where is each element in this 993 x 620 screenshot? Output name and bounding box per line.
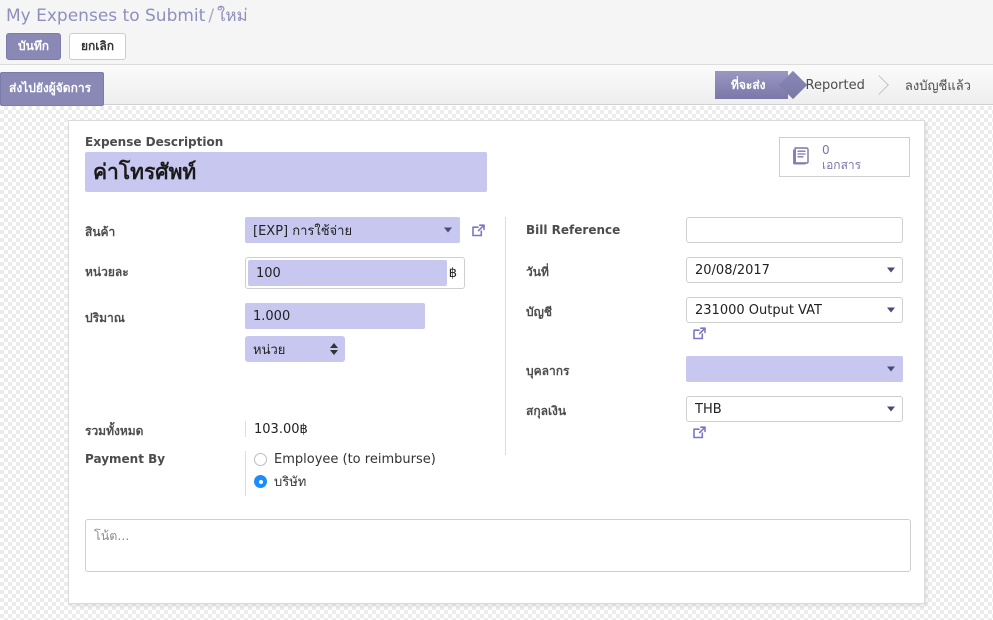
- account-select-wrap: [686, 297, 903, 323]
- save-button[interactable]: บันทึก: [6, 33, 61, 60]
- documents-stat-button[interactable]: 0 เอกสาร: [779, 137, 910, 177]
- expense-form-page: My Expenses to Submit / ใหม่ บันทึก ยกเลิก …: [0, 0, 993, 620]
- product-label: สินค้า: [85, 225, 116, 239]
- field-product: สินค้า: [85, 217, 505, 243]
- row-payment-by: Payment By Employee (to reimburse) บริษั…: [85, 451, 525, 496]
- employee-select-wrap: [686, 356, 903, 382]
- unit-price-input[interactable]: [248, 260, 447, 286]
- field-quantity: ปริมาณ หน่วย: [85, 303, 505, 362]
- account-label: บัญชี: [526, 305, 552, 319]
- payment-option-company[interactable]: บริษัท: [254, 471, 436, 492]
- employee-label: บุคลากร: [526, 364, 570, 378]
- status-stage-reported[interactable]: Reported: [788, 71, 887, 99]
- submit-to-manager-button[interactable]: ส่งไปยังผู้จัดการ: [0, 72, 105, 106]
- description-field-group: Expense Description: [85, 135, 487, 192]
- currency-label: สกุลเงิน: [526, 404, 567, 418]
- bill-reference-label: Bill Reference: [526, 223, 621, 237]
- payment-by-label: Payment By: [85, 452, 166, 466]
- unit-price-label: หน่วยละ: [85, 265, 129, 279]
- payment-option-company-label: บริษัท: [274, 475, 307, 490]
- currency-select[interactable]: [686, 396, 903, 422]
- field-account: บัญชี: [506, 297, 925, 342]
- product-select-wrap: [245, 217, 460, 243]
- breadcrumb: My Expenses to Submit / ใหม่: [6, 2, 248, 29]
- status-stage-posted[interactable]: ลงบัญชีแล้ว: [887, 71, 993, 99]
- breadcrumb-current: ใหม่: [217, 6, 248, 26]
- form-right-column: Bill Reference วันที่ บัญชี: [505, 217, 925, 455]
- top-bar: My Expenses to Submit / ใหม่ บันทึก ยกเลิก: [0, 0, 993, 65]
- status-stage-label: ที่จะส่ง: [730, 77, 766, 92]
- field-unit-price: หน่วยละ ฿: [85, 257, 505, 289]
- currency-symbol: ฿: [448, 265, 457, 281]
- employee-select[interactable]: [686, 356, 903, 382]
- breadcrumb-root[interactable]: My Expenses to Submit: [6, 6, 205, 26]
- notes-textarea[interactable]: [85, 519, 911, 572]
- date-input[interactable]: [686, 257, 903, 283]
- documents-label: เอกสาร: [822, 158, 862, 172]
- bill-reference-input[interactable]: [686, 217, 903, 243]
- form-left-column: สินค้า [EXP] การใช้จ่าย หน่วยละ 100 ฿ ปร…: [85, 217, 505, 376]
- account-select[interactable]: [686, 297, 903, 323]
- payment-option-employee[interactable]: Employee (to reimburse): [254, 452, 436, 467]
- row-total: รวมทั้งหมด 103.00฿: [85, 421, 525, 441]
- documents-count: 0: [822, 143, 830, 157]
- field-bill-reference: Bill Reference: [506, 217, 925, 243]
- book-icon: [789, 145, 813, 169]
- status-stage-label: Reported: [805, 77, 865, 93]
- status-bar: ที่จะส่ง Reported ลงบัญชีแล้ว: [714, 71, 993, 99]
- status-stage-to-submit[interactable]: ที่จะส่ง: [714, 71, 788, 99]
- quantity-input[interactable]: [245, 303, 425, 329]
- field-date: วันที่: [506, 257, 925, 283]
- account-external-link-icon[interactable]: [691, 325, 708, 342]
- date-select-wrap: [686, 257, 903, 283]
- expense-form-sheet: Expense Description 0 เอกสาร: [68, 120, 925, 604]
- summary-section: รวมทั้งหมด 103.00฿ Payment By Employee (…: [69, 421, 926, 506]
- description-label: Expense Description: [85, 135, 224, 149]
- description-input[interactable]: [85, 152, 487, 192]
- uom-value: หน่วย: [253, 342, 286, 358]
- quantity-label: ปริมาณ: [85, 311, 125, 325]
- summary-left: รวมทั้งหมด 103.00฿ Payment By Employee (…: [85, 421, 525, 496]
- status-stage-label: ลงบัญชีแล้ว: [904, 78, 971, 94]
- status-row: ส่งไปยังผู้จัดการ ที่จะส่ง Reported ลงบั…: [0, 65, 993, 106]
- payment-option-employee-label: Employee (to reimburse): [274, 452, 436, 467]
- toolbar-buttons: บันทึก ยกเลิก: [6, 33, 127, 60]
- field-employee: บุคลากร: [506, 356, 925, 382]
- product-select[interactable]: [245, 217, 460, 243]
- radio-employee[interactable]: [254, 453, 267, 466]
- date-label: วันที่: [526, 265, 549, 279]
- product-external-link-icon[interactable]: [470, 222, 487, 239]
- status-chevron-icon: [872, 71, 888, 99]
- uom-stepper-select[interactable]: หน่วย: [245, 336, 345, 362]
- payment-by-options: Employee (to reimburse) บริษัท: [245, 451, 436, 496]
- cancel-button[interactable]: ยกเลิก: [69, 33, 127, 60]
- radio-company[interactable]: [254, 475, 267, 488]
- total-value: 103.00฿: [245, 421, 308, 437]
- currency-select-wrap: [686, 396, 903, 422]
- total-label: รวมทั้งหมด: [85, 424, 144, 438]
- unit-price-group: ฿: [245, 257, 465, 289]
- breadcrumb-separator: /: [208, 6, 215, 26]
- stepper-arrows-icon: [330, 343, 338, 355]
- documents-stat-text: 0 เอกสาร: [822, 142, 861, 172]
